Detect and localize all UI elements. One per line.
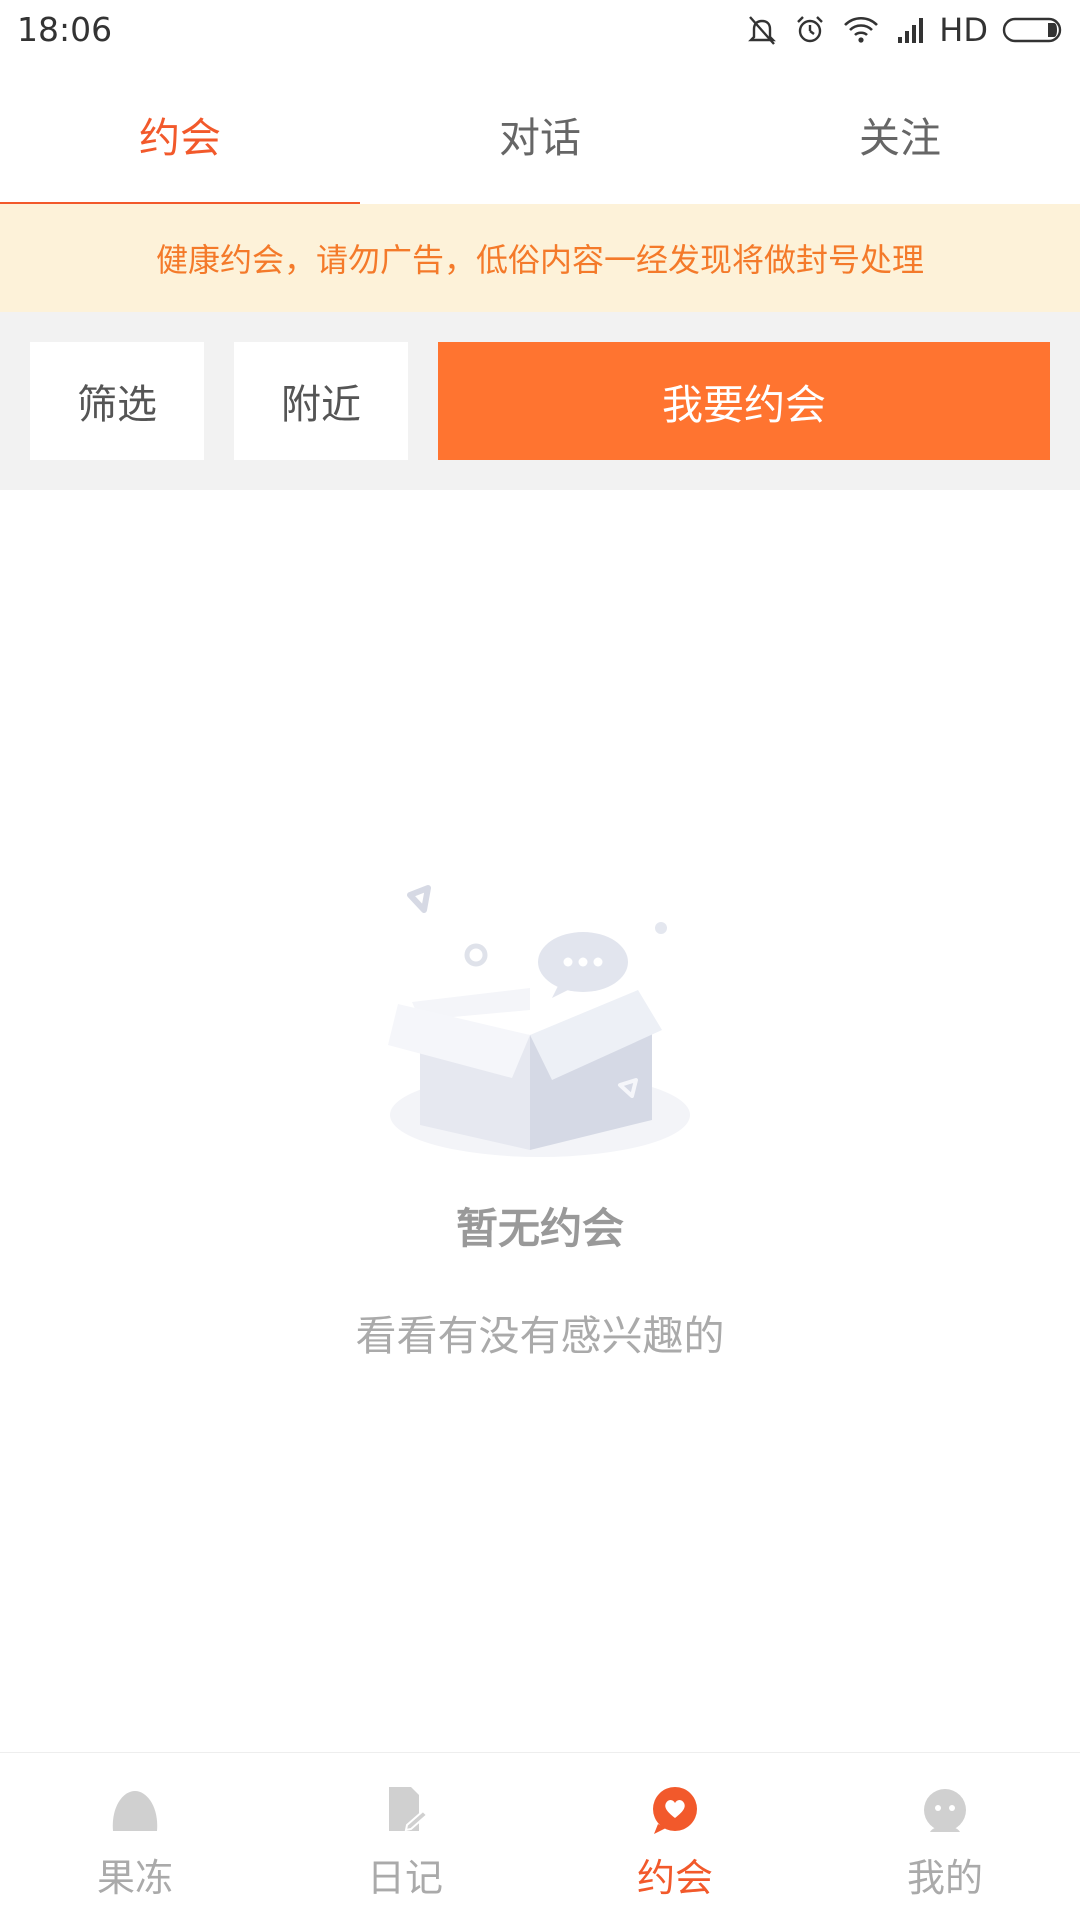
notice-text: 健康约会，请勿广告，低俗内容一经发现将做封号处理	[155, 241, 924, 279]
network-label: HD	[939, 11, 988, 49]
empty-box-illustration	[380, 870, 700, 1170]
diary-icon	[377, 1783, 433, 1839]
status-bar: 18:06 HD	[0, 0, 1080, 64]
nav-label-profile: 我的	[906, 1856, 983, 1900]
profile-icon	[917, 1783, 973, 1839]
create-date-button[interactable]: 我要约会	[438, 342, 1050, 460]
tab-dating-label: 约会	[139, 114, 221, 162]
empty-state-title: 暂无约会	[455, 1204, 624, 1253]
signal-icon	[895, 13, 929, 47]
bell-muted-icon	[745, 13, 779, 47]
heart-chat-icon	[647, 1783, 703, 1839]
status-time: 18:06	[17, 10, 113, 49]
bottom-navigation: 果冻 日记 约会 我的	[0, 1752, 1080, 1921]
jelly-icon	[107, 1783, 163, 1839]
tab-following[interactable]: 关注	[720, 64, 1080, 204]
nav-item-diary[interactable]: 日记	[270, 1753, 540, 1921]
notice-banner: 健康约会，请勿广告，低俗内容一经发现将做封号处理	[0, 204, 1080, 312]
filter-button[interactable]: 筛选	[30, 342, 204, 460]
filter-panel: 筛选 附近 我要约会	[0, 312, 1080, 490]
empty-state-subtitle: 看看有没有感兴趣的	[355, 1312, 725, 1360]
nav-label-diary: 日记	[366, 1856, 443, 1900]
tab-conversation[interactable]: 对话	[360, 64, 720, 204]
wifi-icon	[841, 13, 881, 47]
tab-conversation-label: 对话	[499, 114, 581, 162]
nav-item-jelly[interactable]: 果冻	[0, 1753, 270, 1921]
alarm-icon	[793, 13, 827, 47]
tab-dating[interactable]: 约会	[0, 64, 360, 205]
nav-item-profile[interactable]: 我的	[810, 1753, 1080, 1921]
status-icons: HD	[731, 8, 1066, 52]
nav-label-dating: 约会	[636, 1856, 713, 1900]
tab-following-label: 关注	[859, 114, 941, 162]
nav-item-dating[interactable]: 约会	[540, 1753, 810, 1921]
nav-label-jelly: 果冻	[96, 1856, 173, 1900]
top-tabs: 约会 对话 关注	[0, 64, 1080, 205]
nearby-button[interactable]: 附近	[234, 342, 408, 460]
battery-icon	[1002, 15, 1066, 45]
